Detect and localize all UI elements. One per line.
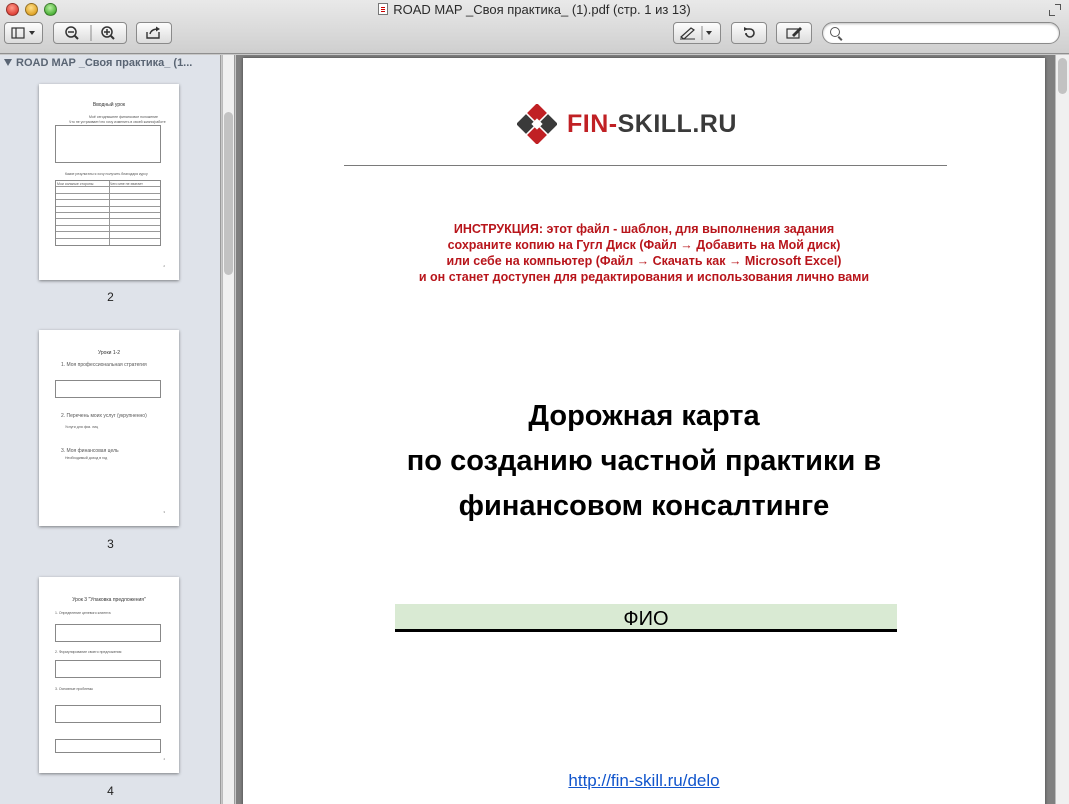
- search-input[interactable]: [845, 25, 1055, 41]
- sidebar-header-label: ROAD MAP _Своя практика_ (1...: [16, 57, 193, 69]
- page-thumbnail-4[interactable]: Урок 3 "Упаковка предложения" 1. Определ…: [39, 577, 179, 773]
- thumb-line: Моё сегодняшнее финансовое положение: [89, 115, 159, 119]
- sidebar-scroll-thumb[interactable]: [224, 112, 233, 275]
- sidebar-view-button[interactable]: [4, 22, 43, 44]
- thumb-line: 3. Основные проблемы: [55, 687, 94, 691]
- share-button[interactable]: [136, 22, 172, 44]
- window-title: ROAD MAP _Своя практика_ (1).pdf (стр. 1…: [0, 2, 1069, 18]
- thumbnail-sidebar: ROAD MAP _Своя практика_ (1... Вводный у…: [0, 55, 221, 804]
- thumb-line: Чего мне не хватает: [110, 182, 143, 186]
- document-title: Дорожная карта по созданию частной практ…: [243, 394, 1045, 529]
- logo-prefix: FIN-: [567, 109, 618, 138]
- thumb-box: [55, 739, 161, 753]
- thumb-box: [55, 380, 161, 398]
- thumb-heading: Вводный урок: [92, 102, 126, 108]
- sidebar-document-header[interactable]: ROAD MAP _Своя практика_ (1...: [0, 55, 220, 73]
- pdf-page: FIN-SKILL.RU ИНСТРУКЦИЯ: этот файл - шаб…: [243, 58, 1045, 804]
- thumb-box: [55, 624, 161, 642]
- instruction-line: ИНСТРУКЦИЯ: этот файл - шаблон, для выпо…: [453, 222, 835, 236]
- thumbnail-page-label: 4: [107, 784, 114, 798]
- thumb-box: [55, 125, 161, 163]
- thumbnail-page-label: 3: [107, 537, 114, 551]
- zoom-out-icon[interactable]: [65, 26, 79, 40]
- fio-underline: [395, 629, 897, 632]
- window-title-text: ROAD MAP _Своя практика_ (1).pdf (стр. 1…: [393, 2, 691, 17]
- page-thumbnail-3[interactable]: Уроки 1-2 1. Моя профессиональная страте…: [39, 330, 179, 526]
- website-link[interactable]: http://fin-skill.ru/delo: [243, 771, 1045, 791]
- title-line: финансовом консалтинге: [458, 490, 830, 522]
- title-line: Дорожная карта: [528, 400, 760, 432]
- header-divider: [344, 165, 947, 166]
- thumb-box: [55, 660, 161, 678]
- thumb-page-number: 3: [163, 510, 165, 514]
- thumb-box: [55, 705, 161, 723]
- pdf-document-icon: [378, 3, 389, 15]
- zoom-in-icon[interactable]: [101, 26, 115, 40]
- thumb-line: Какие результаты я хочу получить благода…: [65, 172, 148, 176]
- disclosure-triangle-icon[interactable]: [4, 59, 12, 66]
- thumb-line: 2. Формулирование своего предложения: [55, 650, 122, 654]
- edit-button[interactable]: [776, 22, 812, 44]
- logo-suffix: SKILL.RU: [617, 109, 737, 138]
- instruction-line: и он станет доступен для редактирования …: [418, 270, 870, 284]
- thumb-line: 1. Моя профессиональная стратегия: [61, 362, 147, 368]
- thumb-heading: Урок 3 "Упаковка предложения": [72, 597, 146, 603]
- rotate-button[interactable]: [731, 22, 767, 44]
- instruction-block: ИНСТРУКЦИЯ: этот файл - шаблон, для выпо…: [243, 221, 1045, 285]
- zoom-icons: [65, 25, 115, 41]
- window-toolbar: ROAD MAP _Своя практика_ (1).pdf (стр. 1…: [0, 0, 1069, 54]
- page-thumbnail-2[interactable]: Вводный урок Моё сегодняшнее финансовое …: [39, 84, 179, 280]
- sidebar-view-icon: [10, 27, 35, 39]
- thumb-line: Мои сильные стороны: [57, 182, 94, 186]
- fin-skill-logo: FIN-SKILL.RU: [517, 104, 737, 144]
- fullscreen-icon[interactable]: [1049, 4, 1061, 16]
- rotate-icon: [744, 27, 755, 38]
- document-scrollbar[interactable]: [1055, 55, 1069, 804]
- thumb-line: Услуги для физ. лиц: [65, 425, 99, 429]
- thumb-line: Что не устраивает/что хочу изменить в св…: [69, 120, 166, 124]
- thumb-line: Необходимый доход в год: [65, 456, 108, 460]
- thumb-table: [55, 180, 161, 246]
- thumb-page-number: 2: [163, 264, 165, 268]
- thumb-page-number: 4: [163, 757, 165, 761]
- pen-icon: [680, 26, 712, 40]
- fio-label: ФИО: [623, 608, 669, 630]
- thumb-line: 1. Определение целевого клиента: [55, 611, 111, 615]
- instruction-line: сохраните копию на Гугл Диск (Файл → Доб…: [447, 238, 841, 252]
- logo-text: FIN-SKILL.RU: [567, 110, 737, 139]
- share-icon: [146, 26, 160, 39]
- title-line: по созданию частной практики в: [406, 445, 882, 477]
- thumb-heading: Уроки 1-2: [97, 350, 121, 356]
- document-view[interactable]: FIN-SKILL.RU ИНСТРУКЦИЯ: этот файл - шаб…: [236, 55, 1055, 804]
- search-field[interactable]: [822, 22, 1060, 44]
- thumbnail-page-label: 2: [107, 290, 114, 304]
- document-scroll-thumb[interactable]: [1058, 58, 1067, 94]
- thumb-line: 3. Моя финансовая цель: [61, 448, 119, 454]
- edit-icon: [786, 27, 802, 39]
- zoom-control: [53, 22, 127, 44]
- instruction-line: или себе на компьютер (Файл → Скачать ка…: [446, 254, 842, 268]
- annotate-button[interactable]: [673, 22, 721, 44]
- logo-diamond-icon: [517, 104, 557, 144]
- thumb-line: 2. Перечень моих услуг (укрупненно): [61, 413, 147, 419]
- search-icon: [830, 27, 840, 37]
